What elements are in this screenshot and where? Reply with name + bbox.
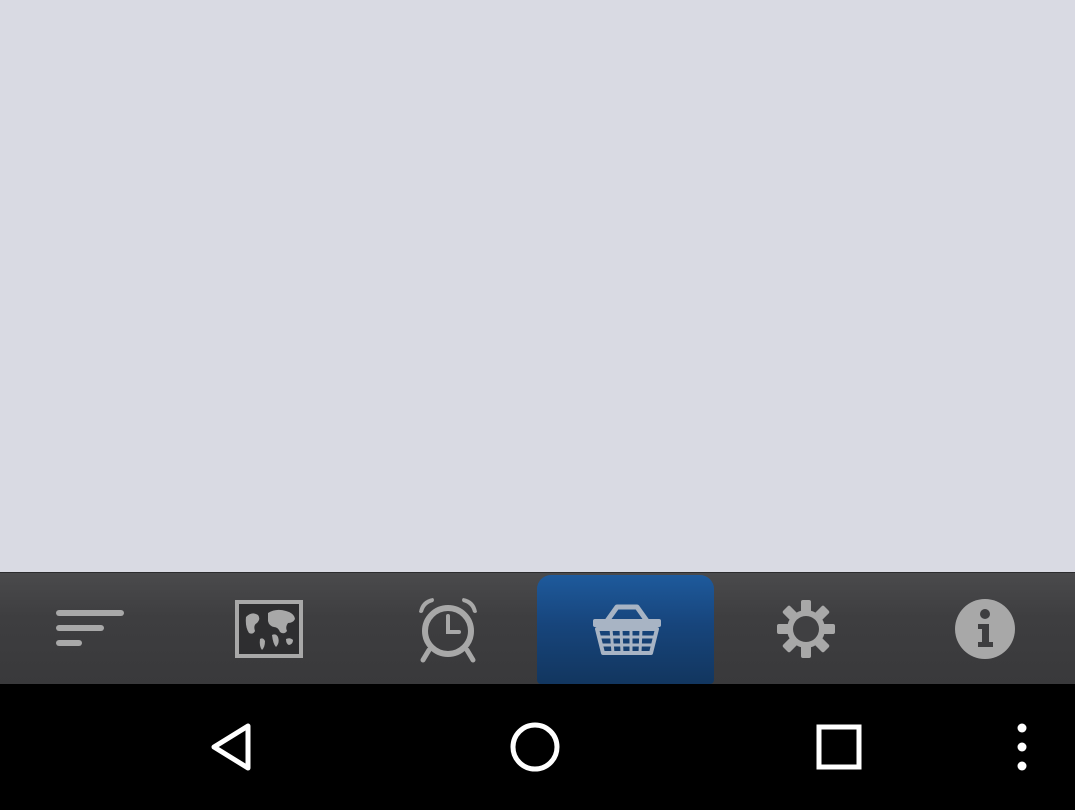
recents-square-icon (816, 724, 862, 770)
gear-icon (776, 599, 835, 658)
tab-settings[interactable] (716, 573, 895, 684)
tab-map[interactable] (179, 573, 358, 684)
world-map-icon (234, 599, 303, 658)
tab-basket[interactable] (537, 573, 716, 684)
overflow-menu-button[interactable] (977, 704, 1067, 790)
overflow-dots-icon (1017, 723, 1027, 771)
tab-list[interactable] (0, 573, 179, 684)
content-area (0, 0, 1075, 572)
tab-alarm[interactable] (358, 573, 537, 684)
alarm-clock-icon (418, 597, 477, 662)
home-button[interactable] (490, 704, 580, 790)
sort-lines-icon (55, 609, 124, 646)
back-triangle-icon (211, 723, 251, 771)
shopping-basket-icon (592, 604, 661, 655)
recents-button[interactable] (794, 704, 884, 790)
back-button[interactable] (187, 704, 277, 790)
system-navigation-bar (0, 684, 1075, 810)
info-icon (954, 598, 1015, 659)
bottom-tab-bar (0, 572, 1075, 684)
tab-info[interactable] (895, 573, 1074, 684)
home-circle-icon (510, 722, 560, 772)
